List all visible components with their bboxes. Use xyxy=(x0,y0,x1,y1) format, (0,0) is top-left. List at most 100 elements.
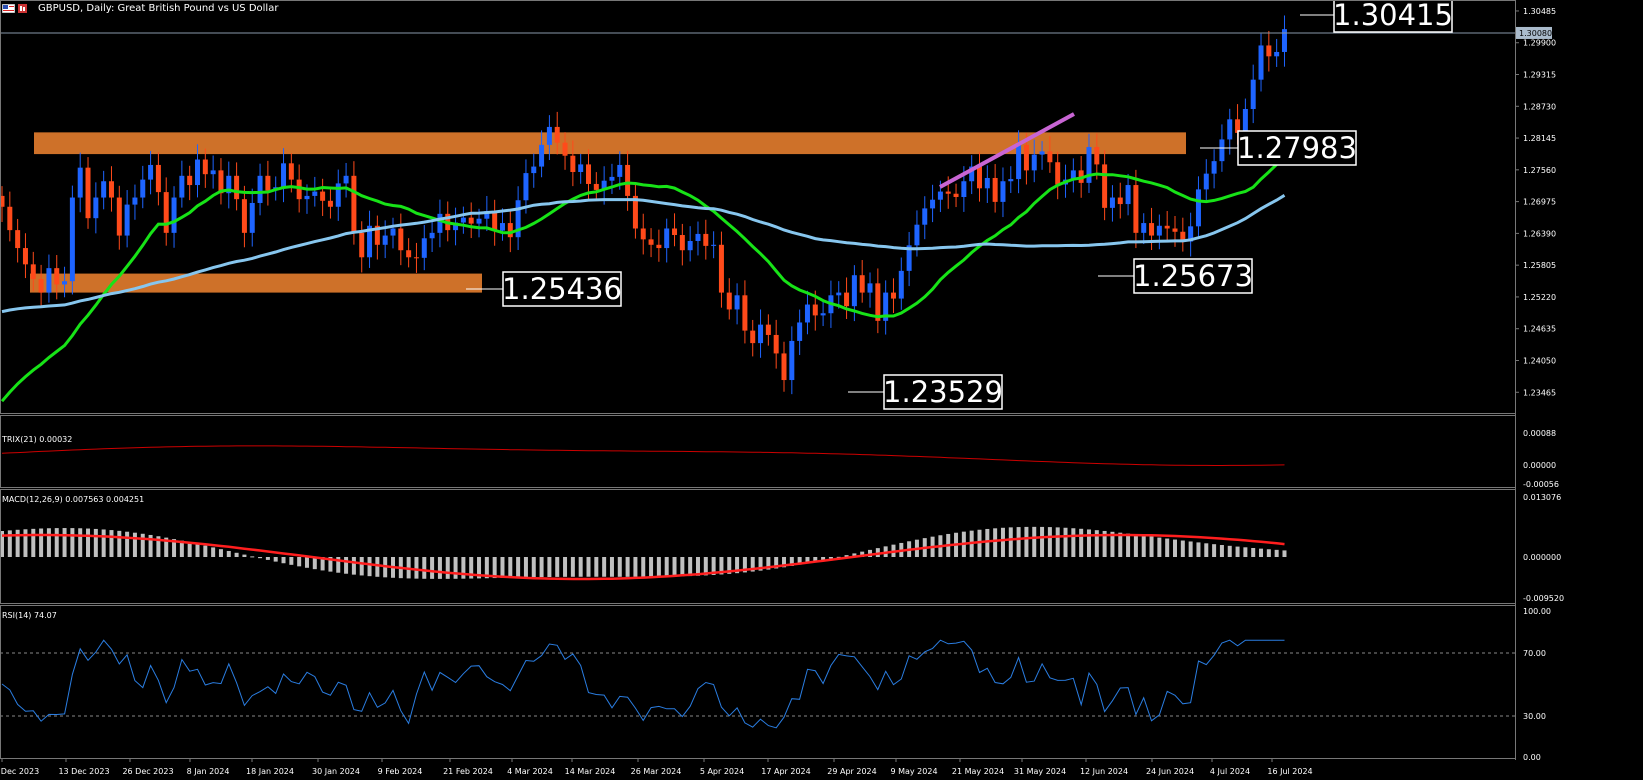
candle[interactable] xyxy=(859,275,865,293)
candle[interactable] xyxy=(812,304,818,316)
candle[interactable] xyxy=(820,313,826,316)
candle[interactable] xyxy=(679,235,685,251)
candle[interactable] xyxy=(554,126,560,143)
candle[interactable] xyxy=(703,233,709,246)
candle[interactable] xyxy=(742,295,748,331)
candle[interactable] xyxy=(930,199,936,209)
candle[interactable] xyxy=(1227,119,1233,140)
macd-pane[interactable]: MACD(12,26,9) 0.007563 0.004251 xyxy=(0,495,1287,581)
candle[interactable] xyxy=(69,197,75,282)
candle[interactable] xyxy=(116,197,122,236)
candle[interactable] xyxy=(625,164,631,196)
candle[interactable] xyxy=(562,142,568,156)
candle[interactable] xyxy=(413,257,419,259)
candle[interactable] xyxy=(836,292,842,296)
candle[interactable] xyxy=(1250,79,1256,110)
candle[interactable] xyxy=(539,144,545,167)
candle[interactable] xyxy=(1133,185,1139,233)
candle[interactable] xyxy=(38,279,44,293)
candle[interactable] xyxy=(914,224,920,246)
candle[interactable] xyxy=(1000,181,1006,202)
price-pane[interactable]: 1.30415 1.27983 1.25436 1.25673 1.23529 xyxy=(0,0,1515,410)
candle[interactable] xyxy=(609,176,615,181)
candle[interactable] xyxy=(30,264,36,280)
candle[interactable] xyxy=(992,177,998,202)
candle[interactable] xyxy=(977,166,982,189)
support-resistance-zone[interactable] xyxy=(30,273,482,293)
candle[interactable] xyxy=(687,240,693,251)
candle[interactable] xyxy=(507,223,513,238)
candle[interactable] xyxy=(1141,223,1147,233)
candle[interactable] xyxy=(922,208,928,225)
candle[interactable] xyxy=(890,292,896,299)
candle[interactable] xyxy=(937,191,943,200)
candle[interactable] xyxy=(249,202,255,233)
candle[interactable] xyxy=(437,213,443,233)
candle[interactable] xyxy=(492,211,498,231)
candle[interactable] xyxy=(93,197,99,219)
candle[interactable] xyxy=(1156,225,1162,236)
candle[interactable] xyxy=(288,163,294,180)
candle[interactable] xyxy=(234,175,240,200)
candle[interactable] xyxy=(695,233,701,241)
candle[interactable] xyxy=(797,322,803,341)
candle[interactable] xyxy=(1195,189,1201,227)
candle[interactable] xyxy=(640,228,646,240)
candle[interactable] xyxy=(953,193,959,197)
candle[interactable] xyxy=(351,175,357,233)
candle[interactable] xyxy=(210,170,216,175)
candle[interactable] xyxy=(398,228,404,251)
candle[interactable] xyxy=(531,166,537,174)
candle[interactable] xyxy=(101,181,107,198)
candle[interactable] xyxy=(468,217,474,224)
candle[interactable] xyxy=(1117,197,1123,205)
candle[interactable] xyxy=(327,200,333,207)
candle[interactable] xyxy=(281,163,287,188)
candle[interactable] xyxy=(15,230,21,249)
candle[interactable] xyxy=(664,228,670,249)
candle[interactable] xyxy=(1164,225,1170,229)
candle[interactable] xyxy=(155,164,161,193)
candle[interactable] xyxy=(851,275,857,307)
candle[interactable] xyxy=(773,334,779,354)
candle[interactable] xyxy=(265,175,271,191)
candle[interactable] xyxy=(867,283,873,293)
support-resistance-zone[interactable] xyxy=(34,132,1186,155)
candle[interactable] xyxy=(241,199,247,233)
candle[interactable] xyxy=(1102,164,1108,208)
candle[interactable] xyxy=(460,217,466,223)
candle[interactable] xyxy=(789,340,795,381)
candle[interactable] xyxy=(1211,161,1217,174)
candle[interactable] xyxy=(1039,151,1045,155)
candle[interactable] xyxy=(1047,151,1053,163)
candle[interactable] xyxy=(390,228,396,236)
candle[interactable] xyxy=(648,239,654,245)
candle[interactable] xyxy=(382,235,388,245)
candle[interactable] xyxy=(148,164,154,180)
candle[interactable] xyxy=(570,155,576,173)
candle[interactable] xyxy=(1266,45,1272,57)
candle[interactable] xyxy=(1031,154,1037,171)
chart-type-icon[interactable] xyxy=(18,4,27,13)
candle[interactable] xyxy=(304,195,310,200)
candle[interactable] xyxy=(195,159,200,186)
candle[interactable] xyxy=(140,179,146,198)
candle[interactable] xyxy=(1203,173,1209,190)
candle[interactable] xyxy=(898,270,904,299)
candle[interactable] xyxy=(359,232,365,258)
candle[interactable] xyxy=(711,244,717,246)
candle[interactable] xyxy=(546,126,552,145)
candle[interactable] xyxy=(163,192,169,233)
candle[interactable] xyxy=(202,159,208,175)
candle[interactable] xyxy=(1016,144,1022,180)
candle[interactable] xyxy=(1109,197,1115,208)
candle[interactable] xyxy=(1008,179,1014,182)
candle[interactable] xyxy=(1274,51,1280,57)
candle[interactable] xyxy=(85,167,91,219)
candle[interactable] xyxy=(108,181,114,198)
candle[interactable] xyxy=(179,175,185,198)
candle[interactable] xyxy=(945,191,951,194)
candle[interactable] xyxy=(476,218,482,224)
candle[interactable] xyxy=(734,295,740,310)
candle[interactable] xyxy=(312,191,318,196)
